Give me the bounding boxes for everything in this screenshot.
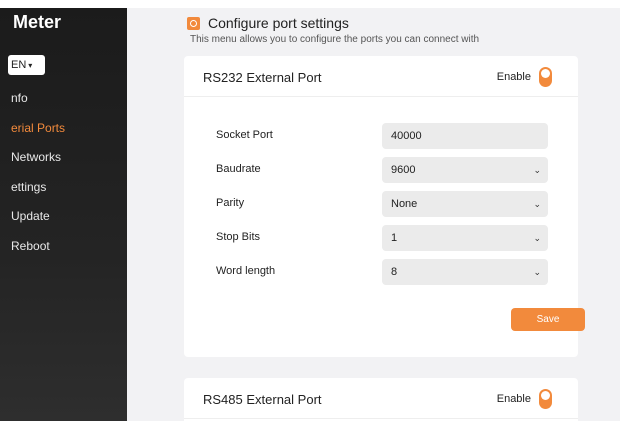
rs485-enable-group: Enable xyxy=(497,389,552,409)
settings-gear-icon xyxy=(187,16,200,30)
page-subtitle: This menu allows you to configure the po… xyxy=(190,34,480,45)
save-button[interactable]: Save xyxy=(511,308,585,331)
sidebar-nav: nfo erial Ports Networks ettings Update … xyxy=(0,84,127,261)
sidebar-item-update[interactable]: Update xyxy=(0,202,127,232)
rs485-port-card: RS485 External Port Enable xyxy=(184,378,578,421)
rs232-enable-label: Enable xyxy=(496,71,531,83)
parity-value: None xyxy=(391,198,418,210)
sidebar-item-networks[interactable]: Networks xyxy=(0,143,127,173)
rs232-enable-group: Enable xyxy=(497,67,552,87)
chevron-down-icon: ⌄ xyxy=(533,199,541,209)
word-length-select[interactable]: 8 ⌄ xyxy=(382,259,548,285)
word-length-row: Word length 8 ⌄ xyxy=(216,259,548,285)
sidebar-item-settings[interactable]: ettings xyxy=(0,173,127,203)
chevron-down-icon: ⌄ xyxy=(533,267,541,277)
rs232-enable-toggle[interactable] xyxy=(539,67,552,87)
brand-logo: Meter xyxy=(13,12,62,32)
baudrate-select[interactable]: 9600 ⌄ xyxy=(382,157,548,183)
chevron-down-icon: ⌄ xyxy=(533,233,541,243)
main-content: Configure port settings This menu allows… xyxy=(127,8,620,421)
rs232-card-title: RS232 External Port xyxy=(203,70,322,85)
language-select[interactable]: EN ▾ xyxy=(8,55,45,75)
socket-port-value: 40000 xyxy=(391,130,422,142)
parity-select[interactable]: None ⌄ xyxy=(382,191,548,217)
chevron-down-icon: ▾ xyxy=(28,60,33,70)
baudrate-value: 9600 xyxy=(391,164,416,176)
title-row: Configure port settings xyxy=(187,15,479,31)
baudrate-label: Baudrate xyxy=(216,163,261,175)
socket-port-row: Socket Port 40000 xyxy=(216,123,548,149)
stop-bits-label: Stop Bits xyxy=(216,231,261,243)
word-length-label: Word length xyxy=(216,265,276,277)
word-length-value: 8 xyxy=(391,266,398,278)
rs232-card-header: RS232 External Port Enable xyxy=(184,56,578,97)
baudrate-row: Baudrate 9600 ⌄ xyxy=(216,157,548,183)
socket-port-input[interactable]: 40000 xyxy=(382,123,548,149)
parity-row: Parity None ⌄ xyxy=(216,191,548,217)
stop-bits-value: 1 xyxy=(391,232,398,244)
page-header: Configure port settings This menu allows… xyxy=(187,15,479,45)
stop-bits-row: Stop Bits 1 ⌄ xyxy=(216,225,548,251)
sidebar: Meter EN ▾ nfo erial Ports Networks etti… xyxy=(0,8,127,421)
socket-port-label: Socket Port xyxy=(216,129,273,141)
rs485-enable-toggle[interactable] xyxy=(539,389,552,409)
language-value: EN xyxy=(11,59,27,71)
sidebar-item-serial-ports[interactable]: erial Ports xyxy=(0,114,127,144)
page-title: Configure port settings xyxy=(208,15,349,31)
rs485-card-title: RS485 External Port xyxy=(203,392,322,407)
chevron-down-icon: ⌄ xyxy=(533,165,541,175)
rs485-card-header: RS485 External Port Enable xyxy=(184,378,578,419)
parity-label: Parity xyxy=(216,197,245,209)
stop-bits-select[interactable]: 1 ⌄ xyxy=(382,225,548,251)
sidebar-item-info[interactable]: nfo xyxy=(0,84,127,114)
sidebar-item-reboot[interactable]: Reboot xyxy=(0,232,127,262)
rs485-enable-label: Enable xyxy=(496,393,531,405)
rs232-port-card: RS232 External Port Enable Socket Port 4… xyxy=(184,56,585,357)
